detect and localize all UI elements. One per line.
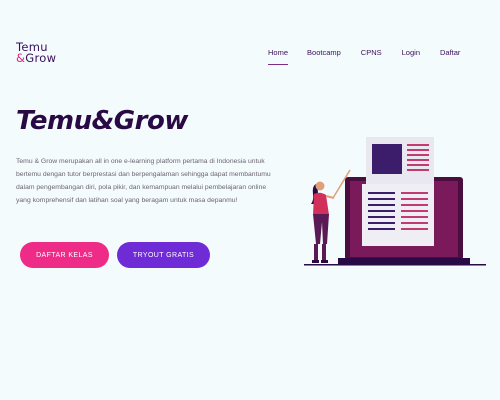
- tryout-gratis-button[interactable]: TRYOUT GRATIS: [117, 242, 210, 268]
- logo-text-bottom: &Grow: [16, 51, 57, 65]
- nav-login[interactable]: Login: [402, 48, 420, 65]
- laptop-base: [338, 258, 470, 264]
- main-nav: Home Bootcamp CPNS Login Daftar: [268, 48, 460, 65]
- daftar-kelas-button[interactable]: DAFTAR KELAS: [20, 242, 109, 268]
- nav-daftar[interactable]: Daftar: [440, 48, 460, 65]
- document-image-block: [372, 144, 402, 174]
- nav-cpns[interactable]: CPNS: [361, 48, 382, 65]
- hero-description: Temu & Grow merupakan all in one e-learn…: [16, 158, 271, 204]
- presenter-figure: [311, 181, 335, 263]
- illustration-floor: [304, 264, 486, 266]
- logo-ampersand: &: [16, 51, 26, 65]
- nav-bootcamp[interactable]: Bootcamp: [307, 48, 341, 65]
- nav-home[interactable]: Home: [268, 48, 289, 65]
- hero-title: Temu&Grow: [16, 106, 188, 136]
- presentation-illustration: [304, 137, 486, 266]
- brand-logo[interactable]: Temu &Grow: [16, 41, 57, 65]
